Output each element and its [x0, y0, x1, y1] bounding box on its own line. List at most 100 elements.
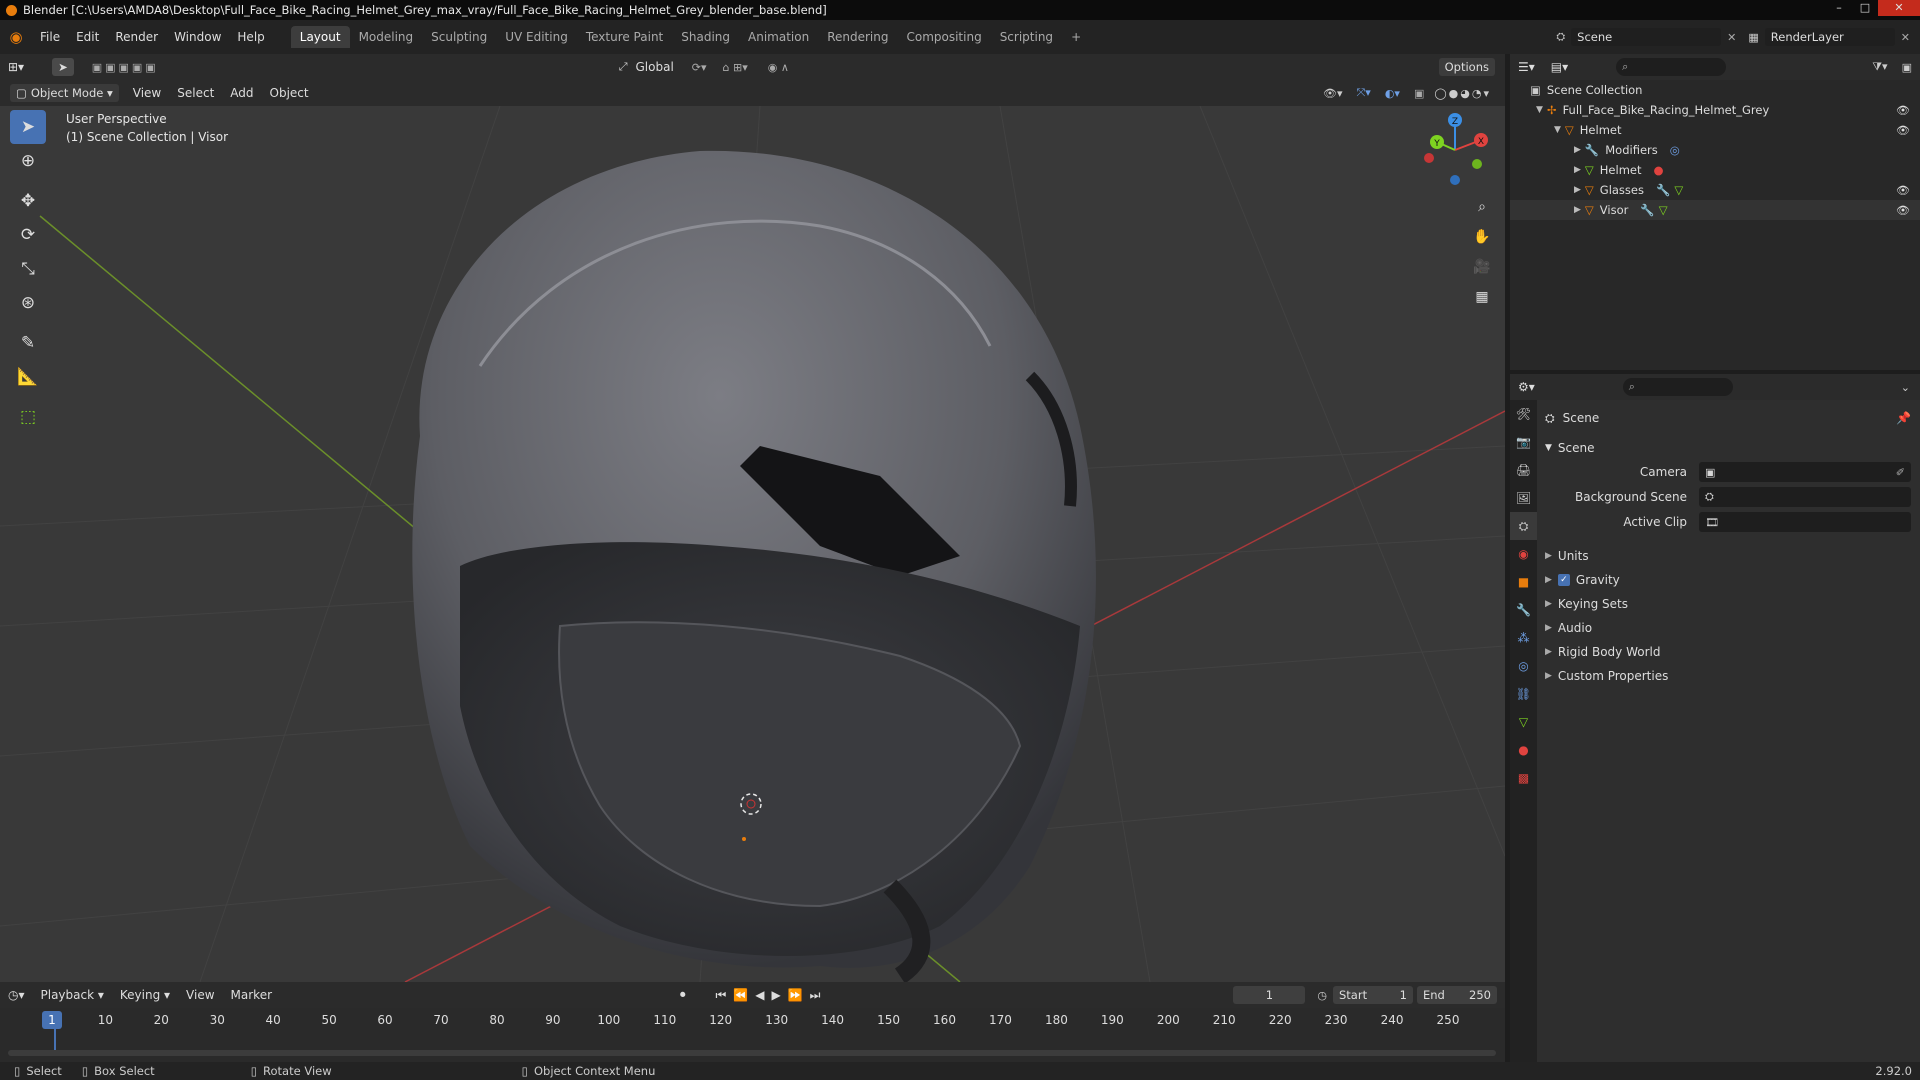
section-gravity[interactable]: ▶ ✓ Gravity	[1545, 570, 1620, 590]
outliner-item-helmet-mesh[interactable]: ▶ ▽ Helmet ●	[1510, 160, 1920, 180]
collapse-arrow-icon[interactable]: ▶	[1574, 205, 1581, 215]
selection-mode-icons[interactable]: ▣▣▣▣▣	[92, 61, 159, 74]
outliner-search-input[interactable]: ⌕	[1616, 58, 1727, 76]
maximize-button[interactable]: □	[1852, 0, 1878, 16]
collapse-arrow-icon[interactable]: ▶	[1574, 185, 1581, 195]
move-tool-icon[interactable]: ✥	[10, 184, 46, 218]
new-collection-icon[interactable]: ▣	[1902, 61, 1912, 74]
scene-tab-icon[interactable]: ⛭	[1510, 512, 1537, 540]
end-frame-field[interactable]: End 250	[1417, 986, 1497, 1004]
xray-toggle-icon[interactable]: ▣	[1414, 87, 1424, 100]
timeline-menu-keying[interactable]: Keying ▾	[112, 988, 178, 1002]
expand-arrow-icon[interactable]: ▼	[1536, 105, 1543, 115]
outliner-item-visor[interactable]: ▶ ▽ Visor 🔧 ▽ 👁	[1510, 200, 1920, 220]
timeline-menu-playback[interactable]: Playback ▾	[33, 988, 112, 1002]
expand-arrow-icon[interactable]: ▼	[1554, 125, 1561, 135]
collapse-arrow-icon[interactable]: ▶	[1545, 599, 1552, 609]
render-layer-selector[interactable]: RenderLayer	[1764, 28, 1895, 46]
orientation-dropdown[interactable]: Global	[628, 60, 682, 74]
shading-mode-icons[interactable]: ◯●◕◔▾	[1434, 87, 1491, 100]
eyedropper-icon[interactable]: ✐	[1896, 466, 1905, 479]
data-tab-icon[interactable]: ▽	[1510, 708, 1537, 736]
select-tool-icon[interactable]: ➤	[52, 58, 74, 76]
add-workspace-button[interactable]: +	[1062, 26, 1090, 48]
gizmo-neg-y[interactable]	[1472, 159, 1482, 169]
select-box-tool-icon[interactable]: ➤	[10, 110, 46, 144]
menu-window[interactable]: Window	[166, 30, 229, 44]
camera-view-icon[interactable]: 🎥	[1470, 252, 1494, 282]
gizmo-neg-z[interactable]	[1450, 175, 1460, 185]
playhead[interactable]: 1	[42, 1011, 62, 1029]
transform-tool-icon[interactable]: ⊛	[10, 286, 46, 320]
tab-shading[interactable]: Shading	[672, 26, 739, 48]
material-tab-icon[interactable]: ●	[1510, 736, 1537, 764]
properties-search-input[interactable]: ⌕	[1622, 378, 1733, 396]
visibility-icon[interactable]: 👁▾	[1323, 87, 1343, 100]
tool-tab-icon[interactable]: 🛠	[1510, 400, 1537, 428]
output-tab-icon[interactable]: 🖨	[1510, 456, 1537, 484]
blender-menu-icon[interactable]: ◉	[0, 28, 32, 46]
active-clip-field[interactable]: 🎞	[1699, 512, 1911, 532]
section-units[interactable]: ▶ Units	[1545, 546, 1589, 566]
timeline-menu-marker[interactable]: Marker	[223, 988, 280, 1002]
collapse-arrow-icon[interactable]: ▶	[1545, 551, 1552, 561]
options-dropdown[interactable]: Options	[1438, 58, 1495, 76]
tab-sculpting[interactable]: Sculpting	[422, 26, 496, 48]
properties-editor-type-icon[interactable]: ⚙▾	[1510, 380, 1543, 394]
eye-icon[interactable]: 👁	[1896, 184, 1910, 197]
tab-layout[interactable]: Layout	[290, 26, 350, 48]
tab-compositing[interactable]: Compositing	[897, 26, 990, 48]
object-tab-icon[interactable]: ■	[1510, 568, 1537, 596]
current-frame-field[interactable]: 1	[1233, 986, 1306, 1004]
start-frame-field[interactable]: Start 1	[1333, 986, 1413, 1004]
menu-render[interactable]: Render	[107, 30, 166, 44]
outliner-item-root[interactable]: ▼ ✢ Full_Face_Bike_Racing_Helmet_Grey 👁	[1510, 100, 1920, 120]
expand-arrow-icon[interactable]: ▼	[1545, 443, 1552, 453]
gizmo-neg-x[interactable]	[1424, 153, 1434, 163]
outliner-scene-collection[interactable]: ▣ Scene Collection	[1510, 80, 1920, 100]
section-audio[interactable]: ▶ Audio	[1545, 618, 1592, 638]
outliner-item-glasses[interactable]: ▶ ▽ Glasses 🔧 ▽ 👁	[1510, 180, 1920, 200]
tab-rendering[interactable]: Rendering	[818, 26, 897, 48]
gravity-checkbox[interactable]: ✓	[1557, 574, 1570, 586]
background-scene-field[interactable]: ⛭	[1699, 487, 1911, 507]
timeline[interactable]: 10 20 30 40 50 60 70 80 90 100 110 120 130 140 150 160 1…	[0, 1008, 1505, 1062]
viewport-menu-select[interactable]: Select	[169, 86, 222, 100]
mode-dropdown[interactable]: ▢ Object Mode ▾	[10, 84, 119, 102]
pan-hand-icon[interactable]: ✋	[1470, 222, 1494, 252]
section-custom-properties[interactable]: ▶ Custom Properties	[1545, 666, 1668, 686]
playback-controls-icons[interactable]: ⏮⏪◀▶⏩⏭	[716, 988, 828, 1003]
timeline-menu-view[interactable]: View	[178, 988, 222, 1002]
pin-icon[interactable]: 📌	[1896, 411, 1911, 425]
outliner-item-modifiers[interactable]: ▶ 🔧 Modifiers ◎	[1510, 140, 1920, 160]
texture-tab-icon[interactable]: ▩	[1510, 764, 1537, 792]
collapse-arrow-icon[interactable]: ▶	[1574, 165, 1581, 175]
add-cube-tool-icon[interactable]: ⬚	[10, 400, 46, 434]
perspective-toggle-icon[interactable]: ▦	[1470, 282, 1494, 312]
close-button[interactable]: ✕	[1878, 0, 1920, 16]
menu-help[interactable]: Help	[229, 30, 272, 44]
tab-uv-editing[interactable]: UV Editing	[496, 26, 577, 48]
render-tab-icon[interactable]: 📷	[1510, 428, 1537, 456]
collapse-arrow-icon[interactable]: ▶	[1574, 145, 1581, 155]
snap-icon[interactable]: ⌂ ⊞▾	[723, 61, 748, 74]
tab-texture-paint[interactable]: Texture Paint	[577, 26, 672, 48]
outliner-item-helmet[interactable]: ▼ ▽ Helmet 👁	[1510, 120, 1920, 140]
record-icon[interactable]: ⏺	[680, 988, 686, 1002]
view-layer-tab-icon[interactable]: 🖼	[1510, 484, 1537, 512]
eye-icon[interactable]: 👁	[1896, 104, 1910, 117]
eye-icon[interactable]: 👁	[1896, 124, 1910, 137]
navigation-gizmo[interactable]: Z X Y	[1415, 110, 1495, 190]
section-rigid-body-world[interactable]: ▶ Rigid Body World	[1545, 642, 1660, 662]
measure-tool-icon[interactable]: 📐	[10, 360, 46, 394]
pivot-icon[interactable]: ⟳▾	[692, 61, 707, 74]
render-layer-close-icon[interactable]: ✕	[1901, 31, 1910, 44]
menu-edit[interactable]: Edit	[68, 30, 107, 44]
outliner-editor-type-icon[interactable]: ☰▾	[1510, 60, 1543, 74]
timeline-editor-type-icon[interactable]: ◷▾	[0, 988, 33, 1002]
gizmo-toggle-icon[interactable]: ⤧▾	[1357, 86, 1371, 100]
editor-type-icon[interactable]: ⊞▾	[0, 60, 32, 74]
rotate-tool-icon[interactable]: ⟳	[10, 218, 46, 252]
menu-file[interactable]: File	[32, 30, 68, 44]
proportional-edit-icon[interactable]: ◉ ∧	[768, 61, 789, 74]
